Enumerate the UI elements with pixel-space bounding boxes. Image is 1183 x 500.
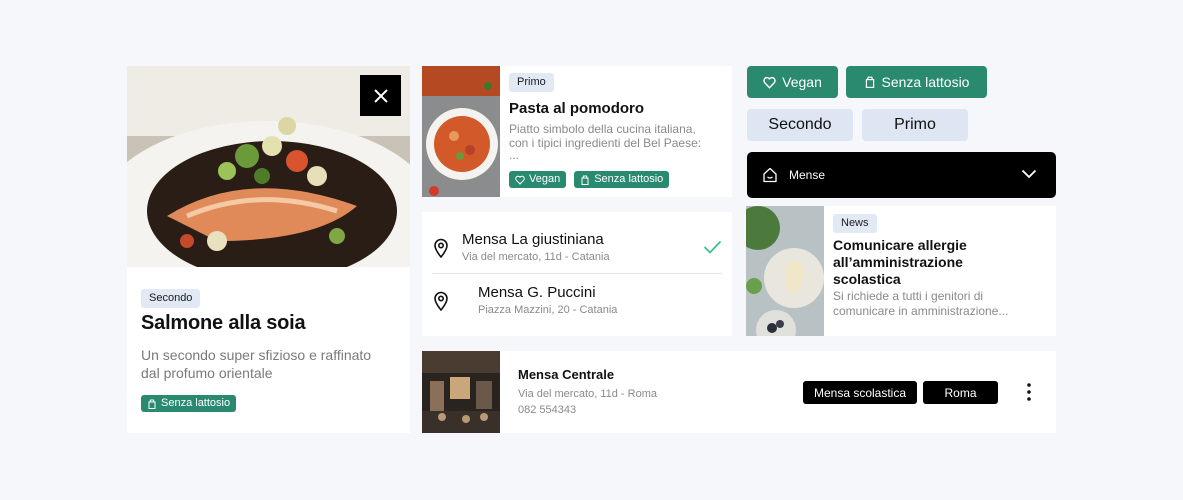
canteen-type-tag[interactable]: Mensa scolastica bbox=[803, 381, 917, 404]
category-tag: Primo bbox=[509, 73, 554, 92]
lactose-free-badge: Senza lattosio bbox=[141, 395, 237, 412]
canteen-name: Mensa Centrale bbox=[518, 367, 615, 382]
map-pin-icon bbox=[434, 238, 448, 258]
vegan-badge: Vegan bbox=[509, 171, 567, 188]
canteen-location-list: Mensa La giustiniana Via del mercato, 11… bbox=[422, 212, 732, 336]
news-image bbox=[746, 206, 824, 336]
recipe-title: Pasta al pomodoro bbox=[509, 100, 645, 117]
map-pin-icon bbox=[434, 291, 448, 311]
canteen-address: Via del mercato, 11d - Roma bbox=[518, 388, 657, 400]
pasta-dish-image bbox=[422, 66, 500, 197]
filter-primo-button[interactable]: Primo bbox=[862, 109, 968, 141]
location-address: Via del mercato, 11d - Catania bbox=[462, 251, 610, 263]
filter-vegan-button[interactable]: Vegan bbox=[747, 66, 838, 98]
canteen-image bbox=[422, 351, 500, 433]
location-name: Mensa G. Puccini bbox=[478, 284, 596, 301]
canteen-card[interactable]: Mensa Centrale Via del mercato, 11d - Ro… bbox=[422, 351, 1056, 433]
news-title-line-3: scolastica bbox=[833, 271, 901, 287]
milk-carton-icon bbox=[865, 76, 874, 88]
close-button[interactable] bbox=[360, 75, 401, 116]
recipe-description-line-2: con i tipici ingredienti del Bel Paese: bbox=[509, 136, 702, 150]
location-name: Mensa La giustiniana bbox=[462, 231, 604, 248]
lactose-free-badge: Senza lattosio bbox=[574, 171, 670, 188]
recipe-title: Salmone alla soia bbox=[141, 312, 306, 334]
location-item-puccini[interactable]: Mensa G. Puccini Piazza Mazzini, 20 - Ca… bbox=[422, 274, 732, 336]
chevron-down-icon bbox=[1021, 169, 1037, 179]
recipe-description-line-3: ... bbox=[509, 148, 520, 162]
close-icon bbox=[373, 88, 388, 103]
recipe-description-line-2: dal profumo orientale bbox=[141, 365, 273, 381]
recipe-description-line-1: Piatto simbolo della cucina italiana, bbox=[509, 122, 696, 136]
news-title-line-1: Comunicare allergie bbox=[833, 237, 967, 253]
canteen-city-tag[interactable]: Roma bbox=[923, 381, 998, 404]
filter-lactose-free-button[interactable]: Senza lattosio bbox=[846, 66, 987, 98]
heart-icon bbox=[763, 76, 776, 89]
news-title-line-2: all’amministrazione bbox=[833, 254, 963, 270]
location-address: Piazza Mazzini, 20 - Catania bbox=[478, 304, 618, 316]
more-vertical-icon[interactable] bbox=[1024, 382, 1034, 402]
canteen-phone: 082 554343 bbox=[518, 404, 577, 416]
home-icon bbox=[763, 167, 777, 183]
news-card[interactable]: News Comunicare allergie all’amministraz… bbox=[746, 206, 1056, 336]
milk-carton-icon bbox=[581, 175, 589, 185]
filter-secondo-button[interactable]: Secondo bbox=[747, 109, 853, 141]
heart-icon bbox=[515, 175, 525, 185]
category-tag: Secondo bbox=[141, 289, 201, 308]
location-item-giustiniana[interactable]: Mensa La giustiniana Via del mercato, 11… bbox=[422, 212, 732, 273]
recipe-card-salmone[interactable]: Secondo Salmone alla soia Un secondo sup… bbox=[127, 66, 410, 433]
check-icon bbox=[703, 240, 722, 254]
canteen-dropdown[interactable]: Mense bbox=[747, 152, 1056, 198]
milk-carton-icon bbox=[148, 399, 156, 409]
dropdown-label: Mense bbox=[789, 168, 826, 182]
news-tag: News bbox=[833, 214, 877, 233]
recipe-card-pasta[interactable]: Primo Pasta al pomodoro Piatto simbolo d… bbox=[422, 66, 732, 197]
news-description-line-1: Si richiede a tutti i genitori di bbox=[833, 289, 984, 303]
recipe-description-line-1: Un secondo super sfizioso e raffinato bbox=[141, 347, 372, 363]
news-description-line-2: comunicare in amministrazione... bbox=[833, 304, 1009, 318]
